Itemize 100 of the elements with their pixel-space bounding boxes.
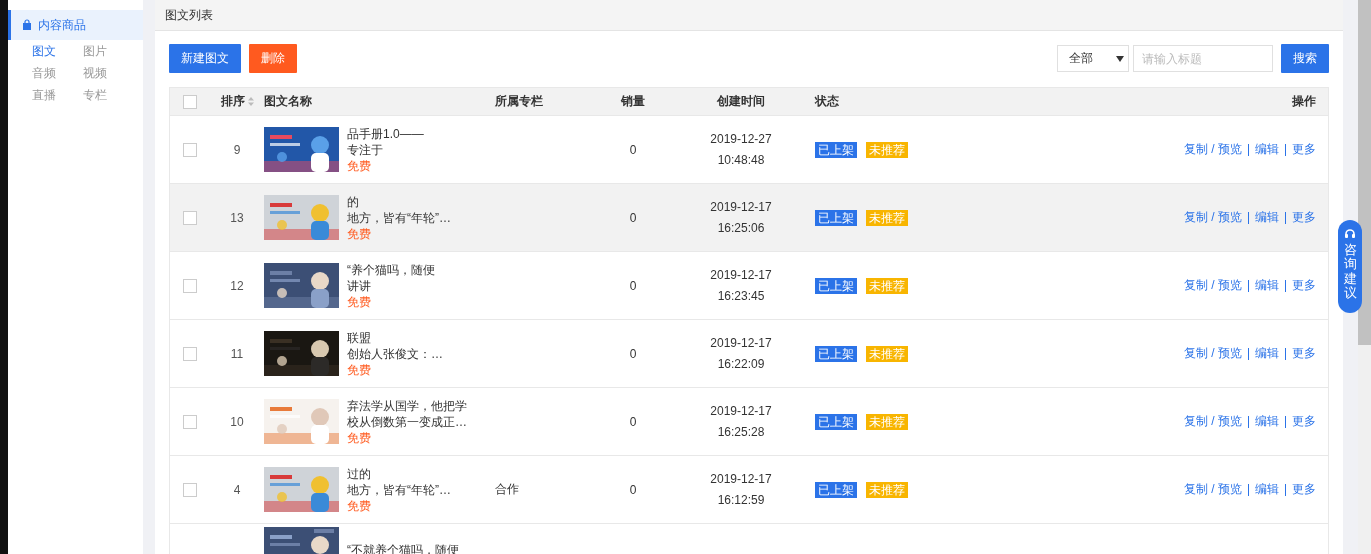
recommend-tag: 未推荐 bbox=[866, 413, 908, 430]
column-header[interactable]: 排序 bbox=[220, 93, 245, 110]
sidebar-item[interactable]: 视频 bbox=[83, 65, 134, 82]
article-title[interactable]: “养个猫吗，随便 bbox=[347, 261, 435, 278]
article-title[interactable]: 校从倒数第一变成正… bbox=[347, 413, 467, 430]
action-link[interactable]: 编辑 bbox=[1255, 345, 1279, 362]
action-link[interactable]: 更多 bbox=[1292, 209, 1316, 226]
recommend-tag: 未推荐 bbox=[866, 345, 908, 362]
status-tag: 已上架 bbox=[815, 141, 857, 158]
sales-count: 0 bbox=[629, 210, 637, 225]
new-button[interactable]: 新建图文 bbox=[169, 44, 241, 73]
caret-icon bbox=[1116, 55, 1124, 62]
created-time: 16:23:45 bbox=[717, 287, 765, 305]
page-title: 图文列表 bbox=[165, 6, 213, 24]
article-title[interactable]: 讲讲 bbox=[347, 277, 435, 294]
filter-dropdown[interactable]: 全部 bbox=[1057, 45, 1129, 72]
created-date: 2019-12-17 bbox=[710, 470, 772, 488]
sidebar-item[interactable]: 专栏 bbox=[83, 87, 134, 104]
created-date: 2019-12-17 bbox=[710, 334, 772, 352]
checkbox[interactable] bbox=[183, 142, 197, 157]
article-title[interactable]: 弃法学从国学，他把学 bbox=[347, 397, 467, 414]
article-title[interactable]: 的 bbox=[347, 193, 451, 210]
order-number: 10 bbox=[230, 414, 244, 429]
action-link[interactable]: 更多 bbox=[1292, 345, 1316, 362]
action-link[interactable]: 更多 bbox=[1292, 277, 1316, 294]
price-label: 免费 bbox=[347, 293, 372, 310]
order-number: 13 bbox=[230, 210, 244, 225]
column-header: 创建时间 bbox=[717, 94, 765, 108]
recommend-tag: 未推荐 bbox=[866, 481, 908, 498]
recommend-tag: 未推荐 bbox=[866, 277, 908, 294]
checkbox[interactable] bbox=[183, 346, 197, 361]
action-link[interactable]: 更多 bbox=[1292, 141, 1316, 158]
status-tag: 已上架 bbox=[815, 413, 857, 430]
article-title[interactable]: 品手册1.0—— bbox=[347, 125, 424, 142]
sales-count: 0 bbox=[629, 482, 637, 497]
created-time: 16:25:28 bbox=[717, 423, 765, 441]
order-number: 4 bbox=[233, 482, 241, 497]
sales-count: 0 bbox=[629, 414, 637, 429]
sales-count: 0 bbox=[629, 346, 637, 361]
headset-icon bbox=[1344, 228, 1356, 240]
recommend-tag: 未推荐 bbox=[866, 141, 908, 158]
order-number: 9 bbox=[233, 142, 241, 157]
sidebar-item[interactable]: 音频 bbox=[32, 65, 83, 82]
action-link[interactable]: 复制 / 预览 bbox=[1184, 277, 1242, 294]
action-link[interactable]: 编辑 bbox=[1255, 481, 1279, 498]
bag-icon bbox=[21, 19, 33, 31]
article-title[interactable]: 联盟 bbox=[347, 329, 443, 346]
status-tag: 已上架 bbox=[815, 481, 857, 498]
article-title[interactable]: 创始人张俊文：… bbox=[347, 345, 443, 362]
action-link[interactable]: 复制 / 预览 bbox=[1184, 209, 1242, 226]
checkbox[interactable] bbox=[183, 414, 197, 429]
order-number: 12 bbox=[230, 278, 244, 293]
article-title[interactable]: 专注于 bbox=[347, 141, 424, 158]
checkbox[interactable] bbox=[183, 482, 197, 497]
sidebar-item[interactable]: 直播 bbox=[32, 87, 83, 104]
price-label: 免费 bbox=[347, 429, 372, 446]
price-label: 免费 bbox=[347, 361, 372, 378]
created-date: 2019-12-27 bbox=[710, 130, 772, 148]
created-time: 10:48:48 bbox=[717, 151, 765, 169]
created-time: 16:25:06 bbox=[717, 219, 765, 237]
table-row[interactable]: 13 的 地方，皆有“年轮”… 免费 0 2019-12-17 16:25:06 已上架 未推荐 复制 / 预览 编辑 更多 bbox=[170, 183, 1328, 251]
feedback-button[interactable]: 咨询建议 bbox=[1338, 220, 1362, 313]
status-tag: 已上架 bbox=[815, 345, 857, 362]
column-header: 销量 bbox=[621, 94, 645, 108]
sidebar-group[interactable]: 内容商品 bbox=[8, 10, 143, 40]
action-link[interactable]: 更多 bbox=[1292, 481, 1316, 498]
action-link[interactable]: 复制 / 预览 bbox=[1184, 141, 1242, 158]
sidebar-item[interactable]: 图片 bbox=[83, 43, 134, 60]
created-time: 16:22:09 bbox=[717, 355, 765, 373]
price-label: 免费 bbox=[347, 225, 372, 242]
created-date: 2019-12-17 bbox=[710, 402, 772, 420]
article-title[interactable]: 过的 bbox=[347, 465, 451, 482]
sales-count: 0 bbox=[629, 142, 637, 157]
search-field[interactable]: 请输入标题 bbox=[1133, 45, 1273, 72]
created-date: 2019-12-17 bbox=[710, 198, 772, 216]
sidebar-item[interactable]: 图文 bbox=[32, 43, 83, 60]
checkbox[interactable] bbox=[183, 278, 197, 293]
checkbox[interactable] bbox=[183, 210, 197, 225]
article-title[interactable]: 地方，皆有“年轮”… bbox=[347, 481, 451, 498]
action-link[interactable]: 编辑 bbox=[1255, 141, 1279, 158]
action-link[interactable]: 复制 / 预览 bbox=[1184, 481, 1242, 498]
action-link[interactable]: 编辑 bbox=[1255, 277, 1279, 294]
status-tag: 已上架 bbox=[815, 209, 857, 226]
action-link[interactable]: 更多 bbox=[1292, 413, 1316, 430]
search-button[interactable]: 搜索 bbox=[1281, 44, 1329, 73]
column-header: 操作 bbox=[1292, 93, 1316, 110]
sales-count: 0 bbox=[629, 278, 637, 293]
delete-button[interactable]: 删除 bbox=[249, 44, 297, 73]
checkbox[interactable] bbox=[183, 94, 197, 109]
action-link[interactable]: 编辑 bbox=[1255, 209, 1279, 226]
action-link[interactable]: 编辑 bbox=[1255, 413, 1279, 430]
article-title[interactable]: 地方，皆有“年轮”… bbox=[347, 209, 451, 226]
column-name: 合作 bbox=[495, 482, 519, 496]
sort-icon[interactable] bbox=[247, 97, 254, 106]
column-header: 图文名称 bbox=[264, 93, 312, 110]
order-number: 11 bbox=[230, 346, 244, 361]
action-link[interactable]: 复制 / 预览 bbox=[1184, 413, 1242, 430]
action-link[interactable]: 复制 / 预览 bbox=[1184, 345, 1242, 362]
scrollbar-thumb[interactable] bbox=[1358, 0, 1371, 345]
price-label: 免费 bbox=[347, 497, 372, 514]
